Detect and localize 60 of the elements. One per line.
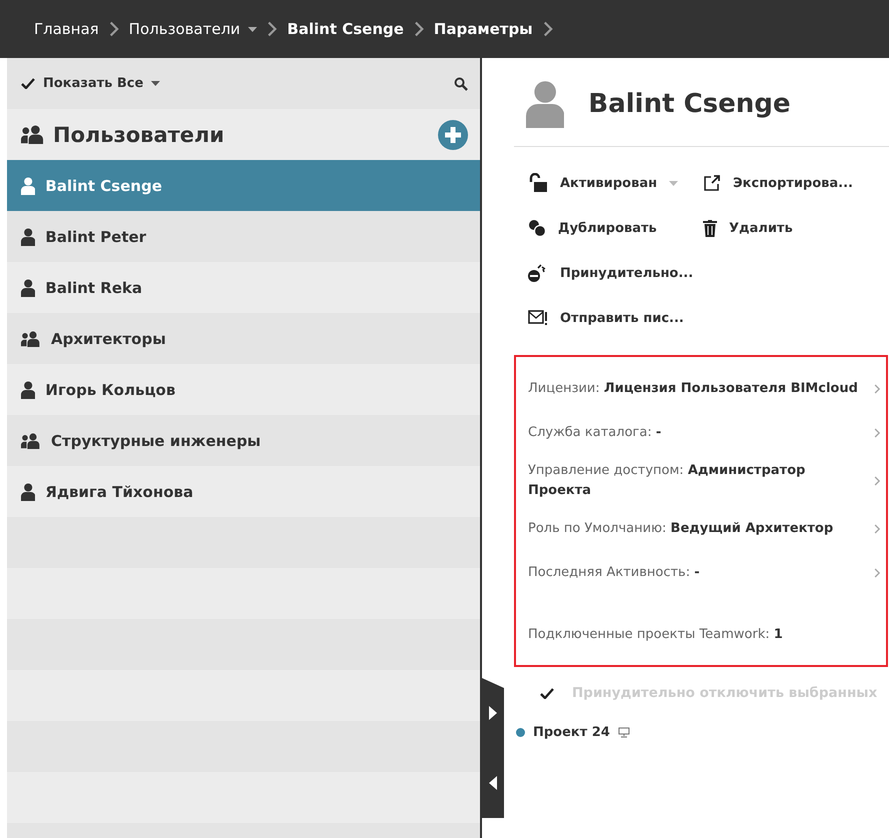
users-icon [21, 432, 41, 448]
breadcrumb-link[interactable]: Параметры [434, 20, 533, 38]
monitor-icon [618, 727, 630, 738]
breadcrumb-link[interactable]: Главная [34, 20, 99, 38]
sidebar-item[interactable]: Игорь Кольцов [7, 364, 480, 415]
sidebar-title: Пользователи [53, 122, 224, 146]
show-all-filter[interactable]: Показать Все [21, 76, 160, 91]
chevron-right-icon [874, 568, 880, 578]
sidebar-item[interactable]: Balint Peter [7, 211, 480, 262]
property-text[interactable]: Роль по Умолчанию: Ведущий Архитектор [528, 519, 834, 539]
chevron-right-icon [874, 428, 880, 438]
caret-icon [248, 26, 258, 32]
envelope-alert-icon [528, 309, 548, 327]
sidebar-item[interactable]: Ядвига Тйхонова [7, 466, 480, 517]
search-icon[interactable] [454, 76, 468, 90]
user-icon [21, 482, 36, 500]
breadcrumb-link[interactable]: Пользователи [128, 20, 258, 38]
property-text[interactable]: Управление доступом: Администратор Проекта [528, 461, 858, 501]
action-button[interactable]: Активирован [528, 173, 703, 193]
disconnect-icon [528, 263, 548, 283]
breadcrumb-link[interactable]: Balint Csenge [287, 20, 404, 38]
property-text[interactable]: Служба каталога: - [528, 423, 662, 443]
action-button[interactable]: Принудительно... [528, 263, 703, 283]
sidebar-item[interactable]: Balint Csenge [7, 160, 480, 211]
overlapping-circles-icon [528, 219, 546, 237]
unlocked-padlock-icon [528, 173, 548, 193]
chevron-right-icon [108, 21, 119, 37]
action-button[interactable]: Дублировать [528, 219, 703, 237]
sidebar-item[interactable]: Структурные инженеры [7, 415, 480, 466]
expand-arrow-icon[interactable] [489, 706, 497, 720]
action-button[interactable]: Удалить [703, 219, 889, 237]
sidebar-item[interactable]: Архитекторы [7, 313, 480, 364]
project-name[interactable]: Проект 24 [533, 725, 610, 740]
user-icon [21, 278, 36, 296]
user-name-heading: Balint Csenge [588, 89, 791, 119]
action-button[interactable]: Отправить пис... [528, 309, 703, 327]
collapse-arrow-icon[interactable] [489, 776, 497, 790]
user-icon [526, 80, 564, 128]
sidebar-item[interactable]: Balint Reka [7, 262, 480, 313]
chevron-right-icon [874, 384, 880, 394]
users-icon [21, 124, 45, 144]
chevron-right-icon [542, 21, 553, 37]
chevron-right-icon [874, 476, 880, 486]
property-text: Подключенные проекты Teamwork: 1 [528, 626, 783, 644]
users-icon [21, 330, 41, 346]
checkmark-icon [21, 78, 35, 89]
property-text[interactable]: Лицензии: Лицензия Пользователя BIMcloud [528, 379, 858, 399]
property-text[interactable]: Последняя Активность: - [528, 563, 700, 583]
trash-icon [703, 220, 717, 236]
user-icon [21, 176, 36, 194]
chevron-right-icon [874, 524, 880, 534]
action-button[interactable]: Экспортирова... [703, 173, 889, 193]
chevron-right-icon [267, 21, 278, 37]
user-icon [21, 380, 36, 398]
external-link-icon [703, 174, 721, 192]
caret-icon [151, 81, 160, 86]
caret-icon [669, 180, 678, 186]
add-icon[interactable] [438, 120, 468, 150]
chevron-right-icon [414, 21, 424, 37]
user-icon [21, 228, 36, 246]
